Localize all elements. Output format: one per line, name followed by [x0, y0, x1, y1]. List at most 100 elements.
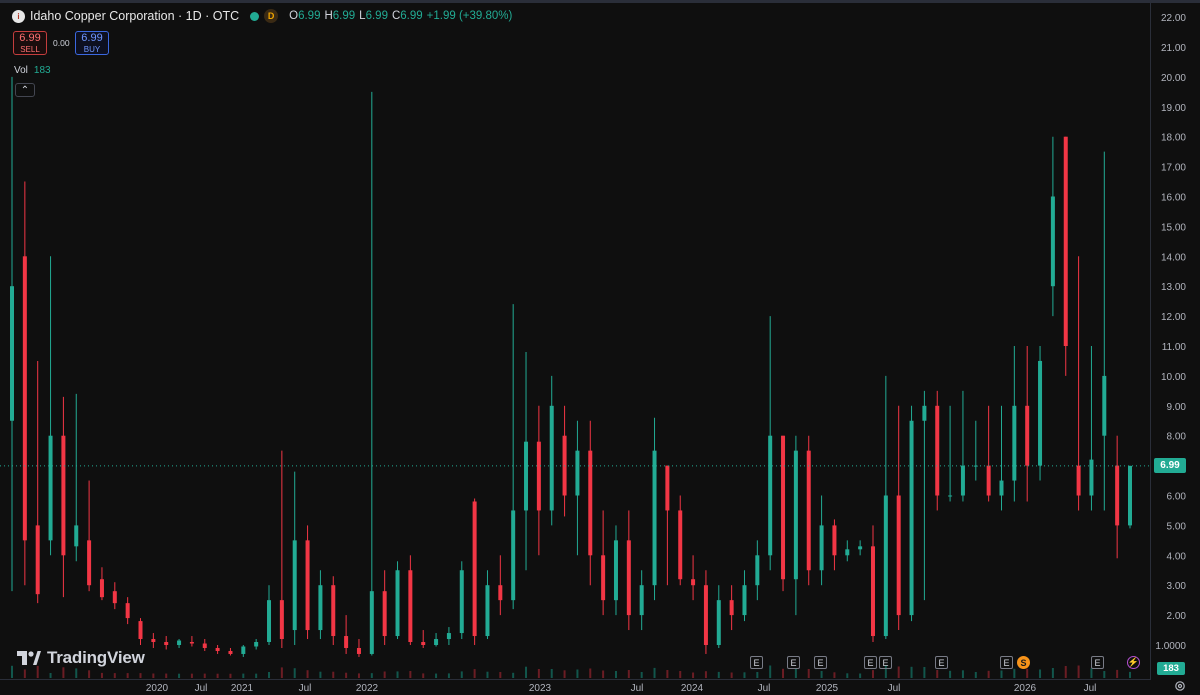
candle-body: [601, 555, 606, 601]
tradingview-mark-icon: [17, 651, 41, 665]
volume-legend: Vol 183: [14, 65, 51, 76]
candle-body: [498, 585, 503, 601]
volume-bar: [62, 667, 65, 678]
volume-bar: [871, 670, 874, 678]
candle-body: [691, 579, 696, 586]
x-tick-label: 2021: [231, 683, 254, 694]
volume-bar: [319, 671, 322, 678]
earnings-event-icon[interactable]: E: [787, 656, 800, 669]
market-status-dot[interactable]: [250, 11, 260, 21]
volume-bar: [255, 673, 258, 678]
x-tick-label: Jul: [195, 683, 208, 694]
split-event-icon[interactable]: S: [1017, 656, 1030, 669]
candle-body: [305, 540, 310, 631]
volume-bar: [447, 673, 450, 678]
volume-bar: [242, 673, 245, 678]
earnings-event-icon[interactable]: E: [750, 656, 763, 669]
current-volume-label: 183: [1157, 662, 1185, 675]
volume-bar: [666, 670, 669, 678]
volume-bar: [1051, 668, 1054, 678]
volume-bar: [1090, 668, 1093, 678]
candle-body: [613, 540, 618, 601]
high-label: H: [324, 10, 333, 22]
volume-bar: [743, 672, 746, 678]
volume-bar: [1026, 668, 1029, 678]
sell-button[interactable]: 6.99 SELL: [13, 31, 47, 55]
y-tick-label: 2.00: [1167, 611, 1187, 622]
y-tick-label: 8.00: [1167, 432, 1187, 443]
volume-bar: [473, 669, 476, 678]
volume-bar: [1116, 669, 1119, 678]
candle-body: [1063, 136, 1068, 346]
volume-bar: [525, 666, 528, 678]
symbol-title[interactable]: Idaho Copper Corporation · 1D · OTC: [30, 9, 239, 23]
tradingview-logo[interactable]: TradingView: [17, 648, 145, 668]
volume-bar: [820, 671, 823, 678]
sell-label: SELL: [20, 44, 40, 54]
volume-bar: [589, 668, 592, 678]
sell-price: 6.99: [19, 31, 41, 44]
volume-bar: [409, 671, 412, 678]
x-tick-label: 2023: [529, 683, 552, 694]
volume-bar: [807, 669, 810, 678]
candle-body: [845, 549, 850, 556]
earnings-event-icon[interactable]: E: [1091, 656, 1104, 669]
candle-body: [716, 600, 721, 645]
high-value: 6.99: [332, 10, 356, 22]
y-tick-label: 15.00: [1161, 222, 1186, 233]
volume-bar: [794, 668, 797, 678]
change-value: +1.99 (+39.80%): [426, 10, 513, 22]
candle-body: [35, 525, 40, 595]
candle-body: [22, 256, 27, 541]
candle-body: [922, 405, 927, 421]
candle-body: [125, 603, 130, 619]
candle-body: [703, 585, 708, 645]
volume-bar: [1000, 670, 1003, 678]
y-tick-label: 9.00: [1167, 402, 1187, 413]
candle-body: [665, 465, 670, 511]
gear-icon[interactable]: [1174, 680, 1186, 692]
buy-price: 6.99: [81, 31, 103, 44]
volume-bar: [486, 671, 489, 678]
earnings-event-icon[interactable]: E: [814, 656, 827, 669]
candle-body: [279, 600, 284, 640]
candle-body: [909, 420, 914, 616]
volume-bar: [11, 665, 13, 678]
earnings-event-icon[interactable]: E: [864, 656, 877, 669]
earnings-event-icon[interactable]: E: [879, 656, 892, 669]
volume-bar: [1129, 671, 1131, 678]
company-logo-icon: i: [12, 9, 25, 23]
candle-body: [254, 642, 259, 647]
volume-bar: [512, 672, 515, 678]
candle-body: [228, 650, 233, 654]
candle-body: [241, 646, 246, 654]
buy-label: BUY: [83, 44, 101, 54]
volume-bar: [152, 673, 155, 678]
open-value: 6.99: [298, 10, 321, 22]
open-label: O: [289, 10, 299, 22]
candle-body: [832, 525, 837, 556]
candle-body: [819, 525, 824, 571]
y-tick-label: 1.0000: [1155, 641, 1186, 652]
earnings-event-icon[interactable]: E: [1000, 656, 1013, 669]
y-tick-label: 12.00: [1161, 312, 1186, 323]
buy-button[interactable]: 6.99 BUY: [75, 31, 109, 55]
earnings-event-icon[interactable]: E: [935, 656, 948, 669]
candle-body: [883, 495, 888, 637]
volume-bar: [704, 671, 707, 678]
x-tick-label: Jul: [758, 683, 771, 694]
volume-bar: [550, 669, 553, 678]
collapse-legend-button[interactable]: ⌃: [15, 83, 35, 97]
session-badge[interactable]: D: [264, 9, 279, 23]
y-tick-label: 22.00: [1161, 13, 1186, 24]
candle-body: [793, 450, 798, 580]
candle-body: [948, 495, 953, 497]
price-chart[interactable]: 1.00002.003.004.005.006.007.008.009.0010…: [0, 0, 1200, 695]
candle-body: [1076, 465, 1081, 496]
candle-body: [74, 525, 79, 547]
volume-bar: [165, 673, 168, 678]
volume-bar: [923, 667, 926, 678]
volume-label: Vol: [14, 65, 28, 76]
volume-bar: [897, 666, 900, 678]
lightning-icon[interactable]: ⚡: [1127, 656, 1140, 669]
